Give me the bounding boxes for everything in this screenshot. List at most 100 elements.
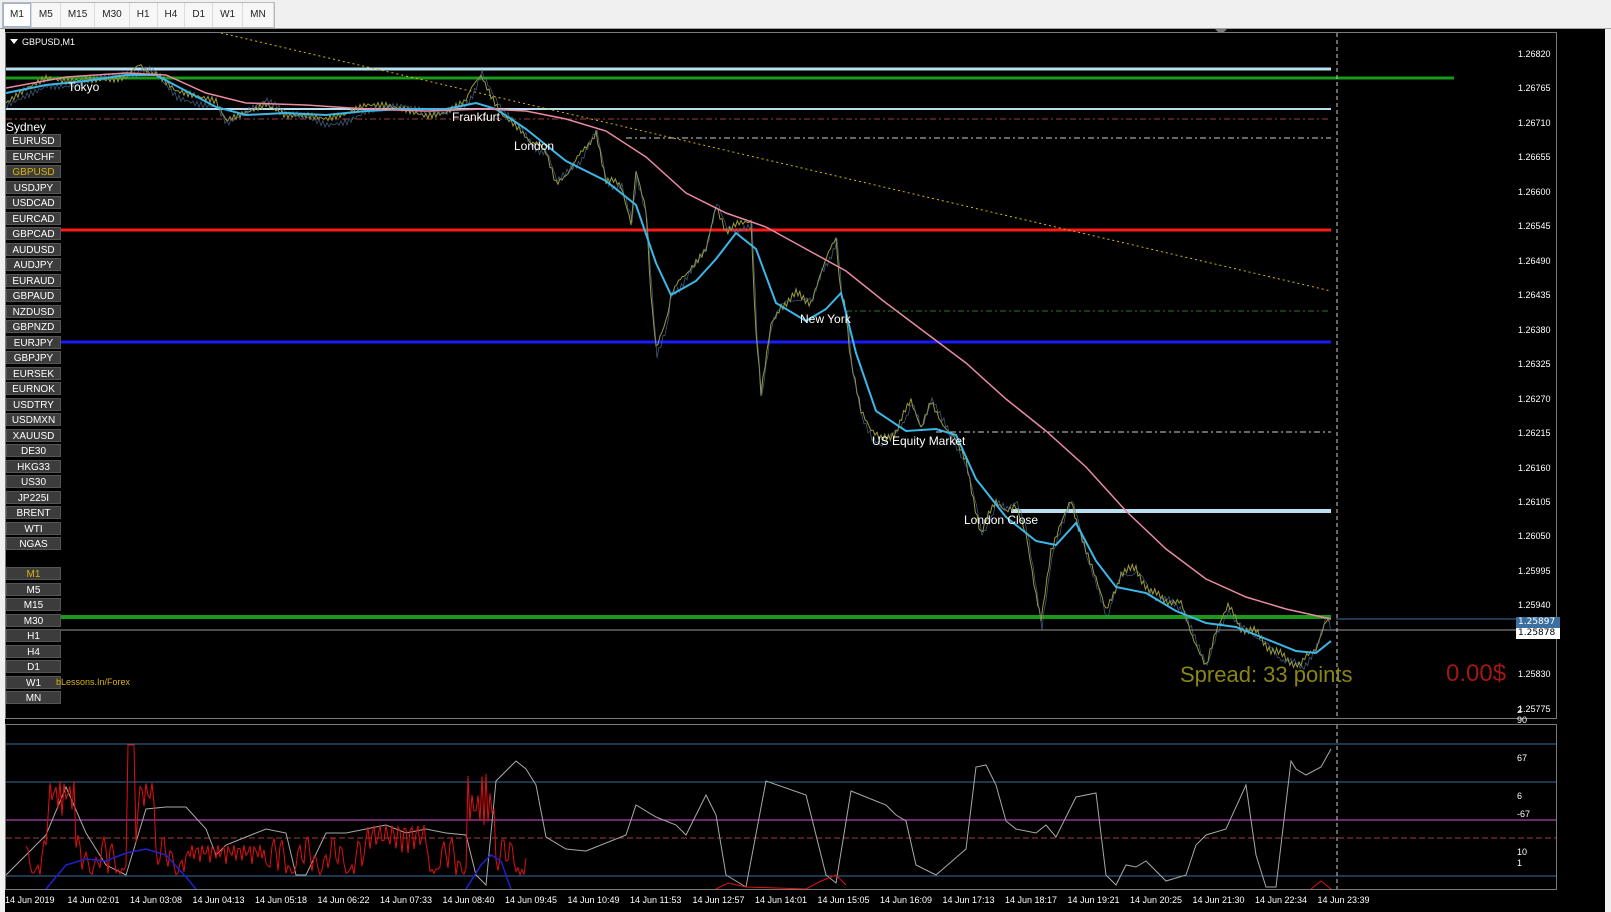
timeframe-switch-h4[interactable]: H4 [6, 644, 61, 658]
time-tick-label: 14 Jun 05:18 [255, 895, 308, 905]
symbol-label-text: GBPUSD,M1 [22, 37, 76, 47]
symbol-button-eurchf[interactable]: EURCHF [6, 149, 61, 163]
chart-symbol-label[interactable]: GBPUSD,M1 [10, 37, 75, 47]
time-scale[interactable]: 14 Jun 2019 14 Jun 02:01 14 Jun 03:08 14 Ju… [5, 890, 1605, 912]
symbol-button-usdcad[interactable]: USDCAD [6, 196, 61, 209]
trendline-dotted [220, 33, 1332, 292]
toolbar-timeframe-h1[interactable]: H1 [130, 3, 158, 27]
time-tick-label: 14 Jun 2019 [5, 895, 55, 905]
watermark-text: bLessons.In/Forex [56, 677, 131, 687]
symbol-button-brent[interactable]: BRENT [6, 506, 61, 519]
bid-price-label: 1.25897 [1516, 617, 1560, 628]
price-line-shadow [6, 65, 1331, 671]
timeframe-switch-m1[interactable]: M1 [6, 567, 61, 580]
timeframe-switch-d1[interactable]: D1 [6, 660, 61, 673]
symbol-button-us30[interactable]: US30 [6, 475, 61, 488]
session-label-sydney: Sydney [6, 120, 47, 134]
symbol-button-eurjpy[interactable]: EURJPY [6, 335, 61, 349]
symbol-button-gbpnzd[interactable]: GBPNZD [6, 320, 61, 333]
price-chart-canvas [6, 33, 1556, 718]
session-label-tokyo: Tokyo [68, 80, 100, 94]
price-tick-label: 1.25940 [1518, 600, 1551, 611]
toolbar-timeframe-w1[interactable]: W1 [213, 3, 244, 27]
oscillator-red-line [715, 874, 847, 889]
symbol-button-eurnok[interactable]: EURNOK [6, 382, 61, 395]
indicator-panel[interactable] [5, 724, 1557, 890]
price-tick-label: 1.26435 [1518, 290, 1551, 301]
chart-window[interactable]: GBPUSD,M1 Sydney Tokyo Frankfurt London … [5, 29, 1605, 912]
symbol-button-eursek[interactable]: EURSEK [6, 366, 61, 380]
toolbar-timeframe-m30[interactable]: M30 [95, 3, 130, 27]
price-tick-label: 1.26050 [1518, 531, 1551, 542]
ma-slow-line [6, 72, 1332, 620]
symbol-button-jp225i[interactable]: JP225I [6, 490, 61, 504]
timeframe-switch-w1[interactable]: W1 [6, 675, 61, 689]
price-tick-label: 1.26600 [1518, 186, 1551, 197]
price-tick-label: 1.26765 [1518, 83, 1551, 94]
indicator-tick-label: 6 [1517, 791, 1523, 801]
symbol-button-audjpy[interactable]: AUDJPY [6, 258, 61, 271]
symbol-button-audusd[interactable]: AUDUSD [6, 242, 61, 256]
indicator-tick-label: 90 [1517, 715, 1528, 725]
main-price-panel[interactable]: GBPUSD,M1 Sydney Tokyo Frankfurt London … [5, 32, 1557, 719]
timeframe-switch-m15[interactable]: M15 [6, 598, 61, 611]
symbol-button-de30[interactable]: DE30 [6, 444, 61, 457]
time-tick-label: 14 Jun 04:13 [192, 895, 245, 905]
profit-readout: 0.00$ [1446, 660, 1507, 687]
symbol-button-wti[interactable]: WTI [6, 521, 61, 535]
price-tick-label: 1.26215 [1518, 428, 1551, 439]
symbol-button-gbpjpy[interactable]: GBPJPY [6, 351, 61, 364]
toolbar-timeframe-h4[interactable]: H4 [158, 3, 186, 27]
symbol-button-euraud[interactable]: EURAUD [6, 273, 61, 287]
time-tick-label: 14 Jun 09:45 [505, 895, 558, 905]
timeframe-button-group: M1 M5 M15 M30 H1 H4 D1 W1 MN [2, 2, 275, 28]
timeframe-switcher-list: M1 M5 M15 M30 H1 H4 D1 W1 MN [6, 567, 61, 707]
symbol-button-gbpcad[interactable]: GBPCAD [6, 227, 61, 240]
symbol-button-nzdusd[interactable]: NZDUSD [6, 304, 61, 318]
time-tick-label: 14 Jun 18:17 [1005, 895, 1058, 905]
oscillator-blue-line [45, 848, 197, 889]
symbol-button-gbpaud[interactable]: GBPAUD [6, 289, 61, 302]
symbol-button-usdmxn[interactable]: USDMXN [6, 413, 61, 426]
toolbar-timeframe-d1[interactable]: D1 [185, 3, 214, 27]
symbol-button-hkg33[interactable]: HKG33 [6, 459, 61, 473]
session-label-new-york: New York [800, 312, 851, 326]
toolbar-timeframe-mn[interactable]: MN [243, 3, 274, 27]
timeframe-switch-mn[interactable]: MN [6, 691, 61, 704]
symbol-button-eurcad[interactable]: EURCAD [6, 211, 61, 225]
time-tick-label: 14 Jun 14:01 [755, 895, 808, 905]
symbol-button-xauusd[interactable]: XAUUSD [6, 428, 61, 442]
price-tick-label: 1.26325 [1518, 359, 1551, 370]
time-tick-label: 14 Jun 17:13 [942, 895, 995, 905]
symbol-button-eurusd[interactable]: EURUSD [6, 134, 61, 147]
timeframe-switch-m5[interactable]: M5 [6, 582, 61, 596]
dropdown-triangle-icon[interactable] [10, 39, 18, 44]
indicator-tick-label: 10 [1517, 847, 1528, 857]
timeframe-toolbar: M1 M5 M15 M30 H1 H4 D1 W1 MN [0, 0, 1611, 29]
toolbar-timeframe-m15[interactable]: M15 [61, 3, 96, 27]
indicator-tick-label: 2 [1517, 705, 1523, 715]
timeframe-switch-m30[interactable]: M30 [6, 613, 61, 627]
toolbar-timeframe-m1[interactable]: M1 [3, 3, 32, 27]
symbol-button-usdtry[interactable]: USDTRY [6, 397, 61, 411]
price-tick-label: 1.26655 [1518, 152, 1551, 163]
time-tick-label: 14 Jun 11:53 [630, 895, 682, 905]
oscillator-red-line [25, 744, 527, 877]
time-tick-label: 14 Jun 10:49 [567, 895, 620, 905]
time-tick-label: 14 Jun 20:25 [1130, 895, 1183, 905]
price-tick-label: 1.26820 [1518, 48, 1551, 59]
time-tick-label: 14 Jun 23:39 [1317, 895, 1370, 905]
price-tick-label: 1.26105 [1518, 497, 1551, 507]
symbol-button-gbpusd[interactable]: GBPUSD [6, 165, 61, 178]
time-tick-label: 14 Jun 16:09 [880, 895, 933, 905]
session-label-london-close: London Close [964, 513, 1039, 527]
price-line [6, 64, 1330, 669]
timeframe-switch-h1[interactable]: H1 [6, 629, 61, 642]
time-tick-label: 14 Jun 03:08 [130, 895, 183, 905]
price-tick-label: 1.26545 [1518, 221, 1551, 232]
time-tick-label: 14 Jun 15:05 [817, 895, 870, 905]
symbol-button-ngas[interactable]: NGAS [6, 537, 61, 550]
symbol-button-usdjpy[interactable]: USDJPY [6, 180, 61, 194]
toolbar-timeframe-m5[interactable]: M5 [32, 3, 61, 27]
session-label-frankfurt: Frankfurt [452, 110, 501, 124]
